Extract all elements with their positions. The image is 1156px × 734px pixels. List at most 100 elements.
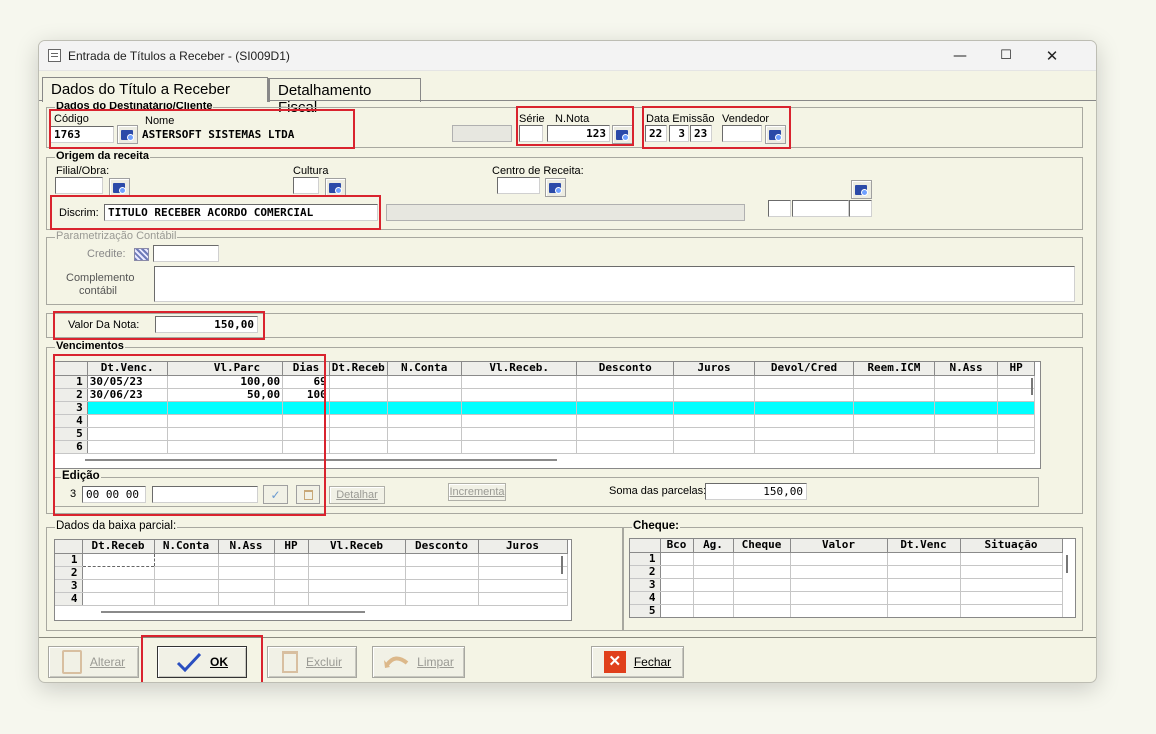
cell[interactable] bbox=[87, 414, 168, 428]
cell[interactable] bbox=[693, 591, 734, 605]
cell[interactable] bbox=[853, 388, 935, 402]
table-row[interactable]: 6 bbox=[55, 440, 1035, 454]
cell[interactable] bbox=[308, 553, 406, 567]
cell[interactable] bbox=[960, 591, 1063, 605]
cell[interactable] bbox=[387, 375, 462, 389]
vendedor-lookup-icon[interactable] bbox=[765, 125, 786, 144]
cell[interactable] bbox=[218, 566, 275, 580]
centro-lookup-icon[interactable] bbox=[545, 178, 566, 197]
detalhar-button[interactable]: Detalhar bbox=[329, 486, 385, 504]
cell[interactable] bbox=[576, 440, 675, 454]
table-row[interactable]: 2 bbox=[55, 566, 568, 580]
cell[interactable] bbox=[82, 592, 155, 606]
cell[interactable] bbox=[405, 566, 479, 580]
cell[interactable] bbox=[167, 440, 284, 454]
cell[interactable] bbox=[576, 388, 675, 402]
cell[interactable] bbox=[754, 401, 854, 415]
table-row[interactable]: 1 bbox=[55, 552, 568, 567]
table-row[interactable]: 4 bbox=[55, 592, 568, 606]
cell[interactable] bbox=[673, 414, 756, 428]
cell[interactable] bbox=[754, 388, 854, 402]
cell[interactable] bbox=[660, 552, 694, 566]
vencimentos-vscroll[interactable] bbox=[1031, 378, 1033, 395]
cell[interactable] bbox=[733, 565, 791, 579]
cell[interactable] bbox=[218, 553, 275, 567]
valor-input[interactable]: 150,00 bbox=[155, 316, 258, 333]
col-vl-receb[interactable]: Vl.Receb. bbox=[461, 362, 578, 376]
table-row[interactable]: 4 bbox=[630, 591, 1063, 605]
table-row-selected[interactable]: 3 bbox=[55, 401, 1035, 415]
cell[interactable] bbox=[154, 553, 219, 567]
cell-dt-venc[interactable] bbox=[87, 401, 168, 415]
cell[interactable] bbox=[387, 388, 462, 402]
minimize-button[interactable]: — bbox=[937, 41, 983, 71]
cell[interactable] bbox=[87, 440, 168, 454]
cell[interactable] bbox=[853, 401, 935, 415]
confirm-check-icon[interactable]: ✓ bbox=[263, 485, 288, 504]
cell[interactable] bbox=[997, 440, 1035, 454]
cell[interactable] bbox=[693, 565, 734, 579]
cell[interactable] bbox=[934, 414, 999, 428]
col-n-ass[interactable]: N.Ass bbox=[934, 362, 999, 376]
cell[interactable] bbox=[218, 579, 275, 593]
cell[interactable] bbox=[461, 401, 578, 415]
cell[interactable] bbox=[693, 552, 734, 566]
cell[interactable] bbox=[308, 566, 406, 580]
cell[interactable] bbox=[997, 401, 1035, 415]
table-row[interactable]: 5 bbox=[55, 427, 1035, 441]
col-desconto[interactable]: Desconto bbox=[576, 362, 675, 376]
table-row[interactable]: 2 30/06/23 50,00 100 bbox=[55, 388, 1035, 402]
edicao-value-input[interactable] bbox=[152, 486, 258, 503]
cell[interactable] bbox=[790, 565, 888, 579]
cell[interactable] bbox=[87, 427, 168, 441]
cell[interactable] bbox=[733, 591, 791, 605]
col-n-conta[interactable]: N.Conta bbox=[154, 540, 219, 554]
excluir-button[interactable]: Excluir bbox=[267, 646, 357, 678]
cheque-vscroll[interactable] bbox=[1066, 555, 1068, 573]
cell[interactable] bbox=[790, 604, 888, 617]
col-reem-icm[interactable]: Reem.ICM bbox=[853, 362, 935, 376]
tab-dados-titulo[interactable]: Dados do Título a Receber bbox=[42, 77, 268, 102]
baixa-vscroll[interactable] bbox=[561, 556, 563, 574]
cell[interactable] bbox=[934, 440, 999, 454]
cell[interactable] bbox=[329, 440, 388, 454]
col-bco[interactable]: Bco bbox=[660, 539, 694, 553]
cell[interactable] bbox=[576, 427, 675, 441]
nnota-lookup-icon[interactable] bbox=[612, 125, 633, 144]
close-button[interactable]: ✕ bbox=[1029, 41, 1075, 71]
col-vl-receb[interactable]: Vl.Receb bbox=[308, 540, 406, 554]
extra-lookup-icon[interactable] bbox=[851, 180, 872, 199]
col-n-conta[interactable]: N.Conta bbox=[387, 362, 462, 376]
cell[interactable] bbox=[154, 592, 219, 606]
cell[interactable] bbox=[673, 401, 756, 415]
cell[interactable] bbox=[660, 591, 694, 605]
cell[interactable] bbox=[167, 427, 284, 441]
col-cheque[interactable]: Cheque bbox=[733, 539, 791, 553]
cell[interactable] bbox=[754, 440, 854, 454]
cell[interactable] bbox=[754, 414, 854, 428]
edicao-date-input[interactable]: 00 00 00 bbox=[82, 486, 146, 503]
ok-button[interactable]: OK bbox=[157, 646, 247, 678]
cell[interactable] bbox=[461, 388, 578, 402]
code-a-input[interactable] bbox=[768, 200, 791, 217]
cell[interactable] bbox=[167, 414, 284, 428]
nnota-input[interactable]: 123 bbox=[547, 125, 610, 142]
cell[interactable] bbox=[329, 427, 388, 441]
cell[interactable] bbox=[673, 440, 756, 454]
cell[interactable] bbox=[282, 440, 330, 454]
col-dt-venc[interactable]: Dt.Venc. bbox=[87, 362, 168, 376]
cell[interactable] bbox=[997, 414, 1035, 428]
data-mes-input[interactable]: 3 bbox=[669, 125, 689, 142]
cell[interactable] bbox=[997, 388, 1035, 402]
cell[interactable] bbox=[461, 375, 578, 389]
col-juros[interactable]: Juros bbox=[478, 540, 568, 554]
col-valor[interactable]: Valor bbox=[790, 539, 888, 553]
cell[interactable] bbox=[405, 553, 479, 567]
cell[interactable] bbox=[461, 440, 578, 454]
table-row[interactable]: 3 bbox=[55, 579, 568, 593]
vencimentos-grid[interactable]: Dt.Venc. Vl.Parc Dias Dt.Receb N.Conta V… bbox=[54, 361, 1041, 469]
codigo-input[interactable]: 1763 bbox=[50, 126, 114, 143]
col-hp[interactable]: HP bbox=[997, 362, 1035, 376]
cell[interactable] bbox=[154, 579, 219, 593]
cell[interactable] bbox=[329, 414, 388, 428]
